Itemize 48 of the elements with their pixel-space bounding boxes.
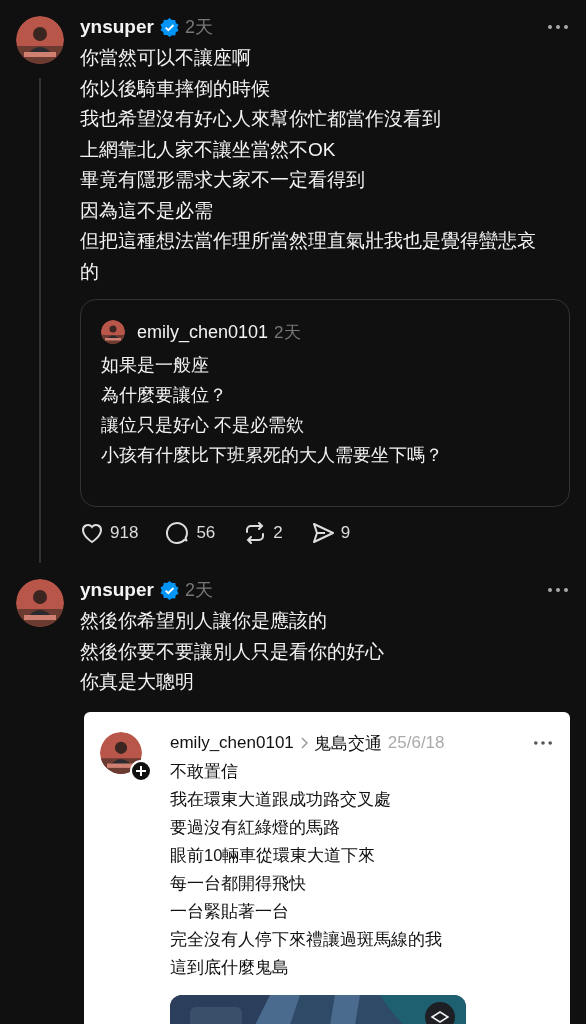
timestamp: 25/6/18 [387, 733, 445, 753]
post-text: 上網靠北人家不讓坐當然不OK [80, 137, 337, 162]
heart-icon [80, 521, 104, 545]
repost-button[interactable]: 2 [243, 521, 283, 545]
post-text: 你以後騎車摔倒的時候 [80, 76, 271, 101]
share-button[interactable]: 9 [310, 521, 351, 545]
post-text: 因為這不是必需 [80, 198, 214, 223]
more-icon[interactable] [548, 588, 568, 592]
timestamp: 2天 [184, 16, 213, 39]
reply-button[interactable]: 56 [166, 521, 216, 545]
post-text: 但把這種想法當作理所當然理直氣壯我也是覺得蠻悲哀的 [80, 229, 537, 284]
avatar[interactable] [101, 320, 125, 344]
follow-plus-icon[interactable] [130, 759, 152, 782]
quoted-text: 小孩有什麼比下班累死的大人需要坐下嗎？ [101, 444, 444, 467]
quoted-text: 讓位只是好心 不是必需欸 [101, 414, 305, 437]
more-icon [534, 741, 552, 745]
post-text: 然後你希望別人讓你是應該的 [80, 609, 328, 633]
comment-icon [166, 521, 191, 545]
post-text: 我在環東大道跟成功路交叉處 [170, 788, 392, 810]
avatar[interactable] [16, 16, 64, 64]
more-icon[interactable] [548, 25, 568, 29]
post-text: 這到底什麼鬼島 [170, 956, 290, 978]
username[interactable]: ynsuper [80, 16, 154, 38]
like-button[interactable]: 918 [80, 521, 139, 545]
quoted-text: 為什麼要讓位？ [101, 384, 228, 407]
post-text: 要過沒有紅綠燈的馬路 [170, 816, 341, 838]
chevron-icon [299, 737, 308, 749]
post-text: 畢竟有隱形需求大家不一定看得到 [80, 168, 366, 192]
community-name: 鬼島交通 [313, 732, 382, 755]
post-text: 每一台都開得飛快 [170, 872, 307, 894]
post-text: 你真是大聰明 [80, 670, 195, 694]
post-text: 不敢置信 [170, 760, 239, 782]
username: emily_chen0101 [170, 733, 294, 753]
post-text: 我也希望沒有好心人來幫你忙都當作沒看到 [80, 107, 442, 131]
post-text: 你當然可以不讓座啊 [80, 46, 252, 70]
quoted-text: 如果是一般座 [101, 354, 210, 377]
timestamp: 2天 [184, 579, 213, 602]
avatar[interactable] [100, 731, 142, 774]
post-text: 一台緊貼著一台 [170, 900, 290, 922]
timestamp: 2天 [274, 321, 301, 344]
post-text: 完全沒有人停下來禮讓過斑馬線的我 [170, 928, 443, 950]
share-icon [310, 521, 335, 545]
post-text: 眼前10輛車從環東大道下來 [170, 844, 377, 866]
username[interactable]: emily_chen0101 [137, 321, 269, 343]
username[interactable]: ynsuper [80, 579, 154, 601]
avatar[interactable] [16, 579, 64, 627]
quoted-post-card[interactable]: emily_chen0101 2天 如果是一般座 為什麼要讓位？ 讓位只是好心 不是必需欸 小孩有什麼比下班累死的大人需要坐下嗎？ [80, 299, 570, 507]
post-text: 然後你要不要讓別人只是看你的好心 [80, 639, 385, 664]
